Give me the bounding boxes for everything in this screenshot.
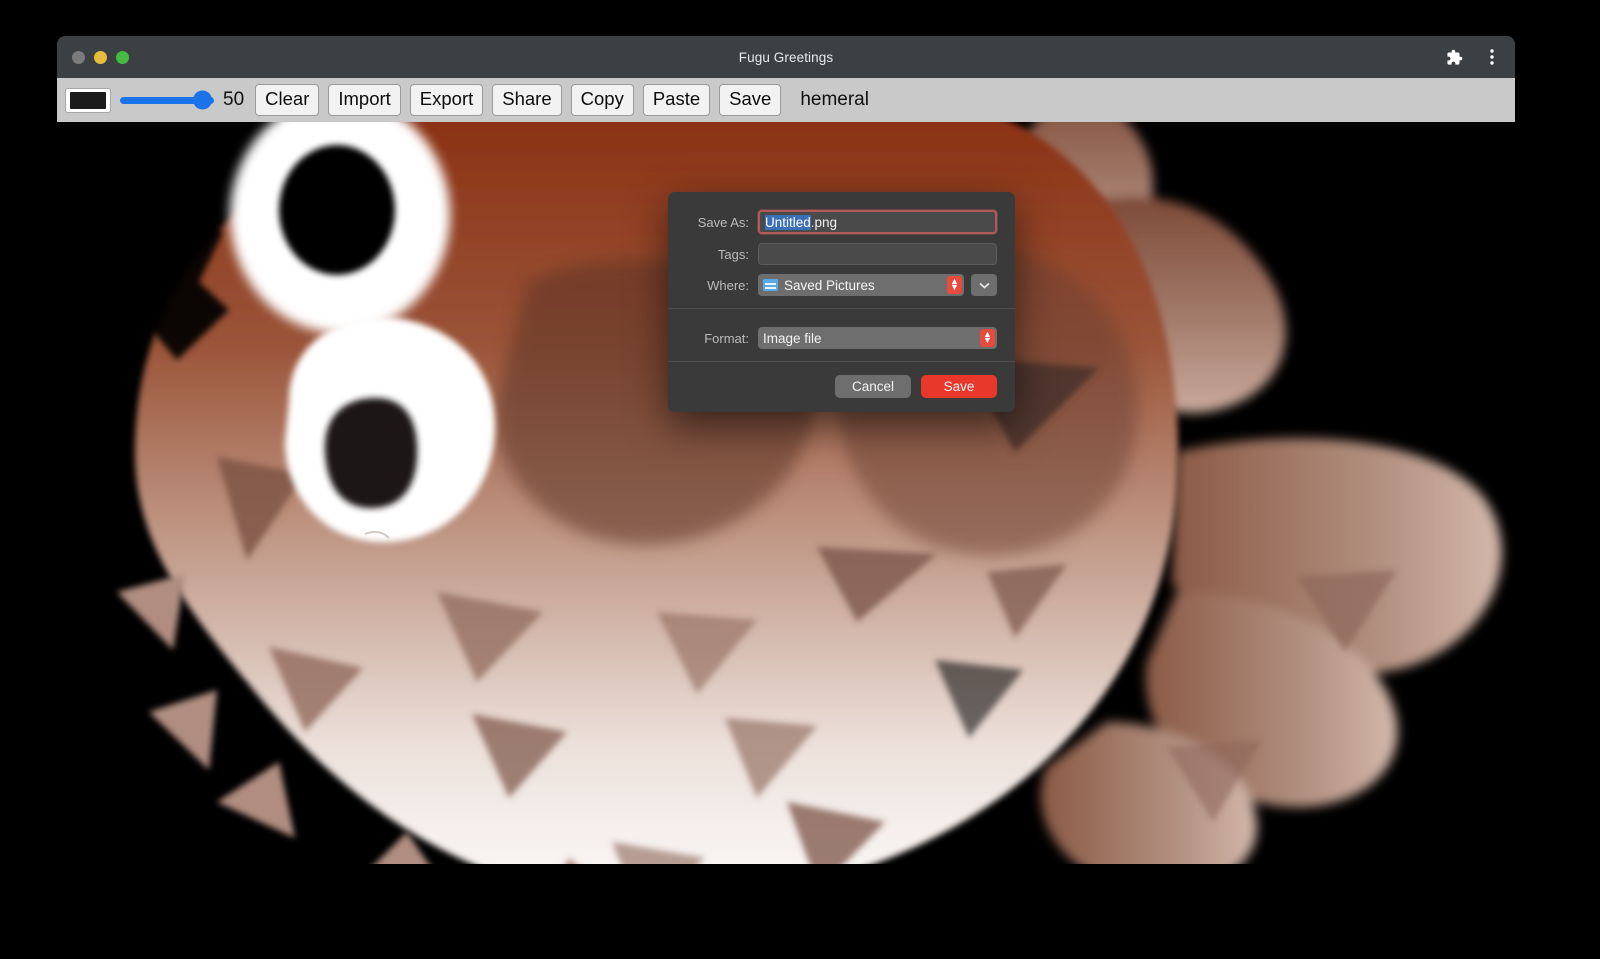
format-row: Format: Image file ▲ ▼ [686, 327, 997, 349]
minimize-window-button[interactable] [94, 51, 107, 64]
where-select[interactable]: Saved Pictures ▲ ▼ [758, 274, 964, 296]
stepper-down-icon: ▼ [950, 285, 959, 291]
app-toolbar: 50 Clear Import Export Share Copy Paste … [57, 78, 1515, 122]
dialog-actions: Cancel Save [668, 362, 1015, 412]
save-as-input[interactable]: Untitled.png [758, 210, 997, 234]
where-row: Where: Saved Pictures ▲ ▼ [686, 274, 997, 296]
where-label: Where: [686, 278, 758, 293]
copy-button[interactable]: Copy [571, 84, 634, 115]
clear-button[interactable]: Clear [255, 84, 319, 115]
import-button[interactable]: Import [328, 84, 400, 115]
close-window-button[interactable] [72, 51, 85, 64]
save-as-selected-text: Untitled [765, 215, 811, 230]
save-button[interactable]: Save [719, 84, 781, 115]
tags-input[interactable] [758, 243, 997, 265]
tags-row: Tags: [686, 243, 997, 265]
folder-icon [763, 279, 778, 291]
export-button[interactable]: Export [410, 84, 483, 115]
drawing-canvas[interactable]: Save As: Untitled.png Tags: Where: [57, 122, 1515, 864]
stepper-down-icon: ▼ [983, 338, 992, 344]
format-label: Format: [686, 331, 758, 346]
window-title: Fugu Greetings [57, 50, 1515, 65]
dialog-format-section: Format: Image file ▲ ▼ [668, 309, 1015, 361]
cancel-button[interactable]: Cancel [835, 375, 911, 398]
color-swatch-fill [70, 92, 106, 109]
where-stepper-icon[interactable]: ▲ ▼ [947, 276, 962, 294]
slider-value-label: 50 [223, 89, 244, 111]
save-file-dialog: Save As: Untitled.png Tags: Where: [668, 192, 1015, 412]
color-picker-input[interactable] [65, 88, 111, 113]
save-as-extension-text: .png [811, 215, 837, 230]
save-confirm-button[interactable]: Save [921, 375, 997, 398]
where-value: Saved Pictures [784, 278, 875, 293]
tags-label: Tags: [686, 247, 758, 262]
format-stepper-icon[interactable]: ▲ ▼ [980, 329, 995, 347]
window-titlebar: Fugu Greetings [57, 36, 1515, 78]
format-value: Image file [763, 331, 822, 346]
format-select[interactable]: Image file ▲ ▼ [758, 327, 997, 349]
traffic-lights [72, 51, 129, 64]
save-as-label: Save As: [686, 215, 758, 230]
chevron-down-icon [979, 282, 990, 289]
dialog-fields-section: Save As: Untitled.png Tags: Where: [668, 192, 1015, 308]
puzzle-piece-icon[interactable] [1443, 46, 1465, 68]
titlebar-actions [1443, 46, 1503, 68]
slider-thumb[interactable] [193, 91, 212, 110]
share-button[interactable]: Share [492, 84, 561, 115]
maximize-window-button[interactable] [116, 51, 129, 64]
line-width-slider[interactable] [120, 88, 214, 113]
desktop-background: Fugu Greetings [0, 0, 1600, 959]
ephemeral-label: hemeral [800, 89, 869, 111]
expand-browser-button[interactable] [971, 274, 997, 296]
paste-button[interactable]: Paste [643, 84, 710, 115]
browser-window: Fugu Greetings [57, 36, 1515, 864]
kebab-menu-icon[interactable] [1481, 46, 1503, 68]
save-as-row: Save As: Untitled.png [686, 210, 997, 234]
